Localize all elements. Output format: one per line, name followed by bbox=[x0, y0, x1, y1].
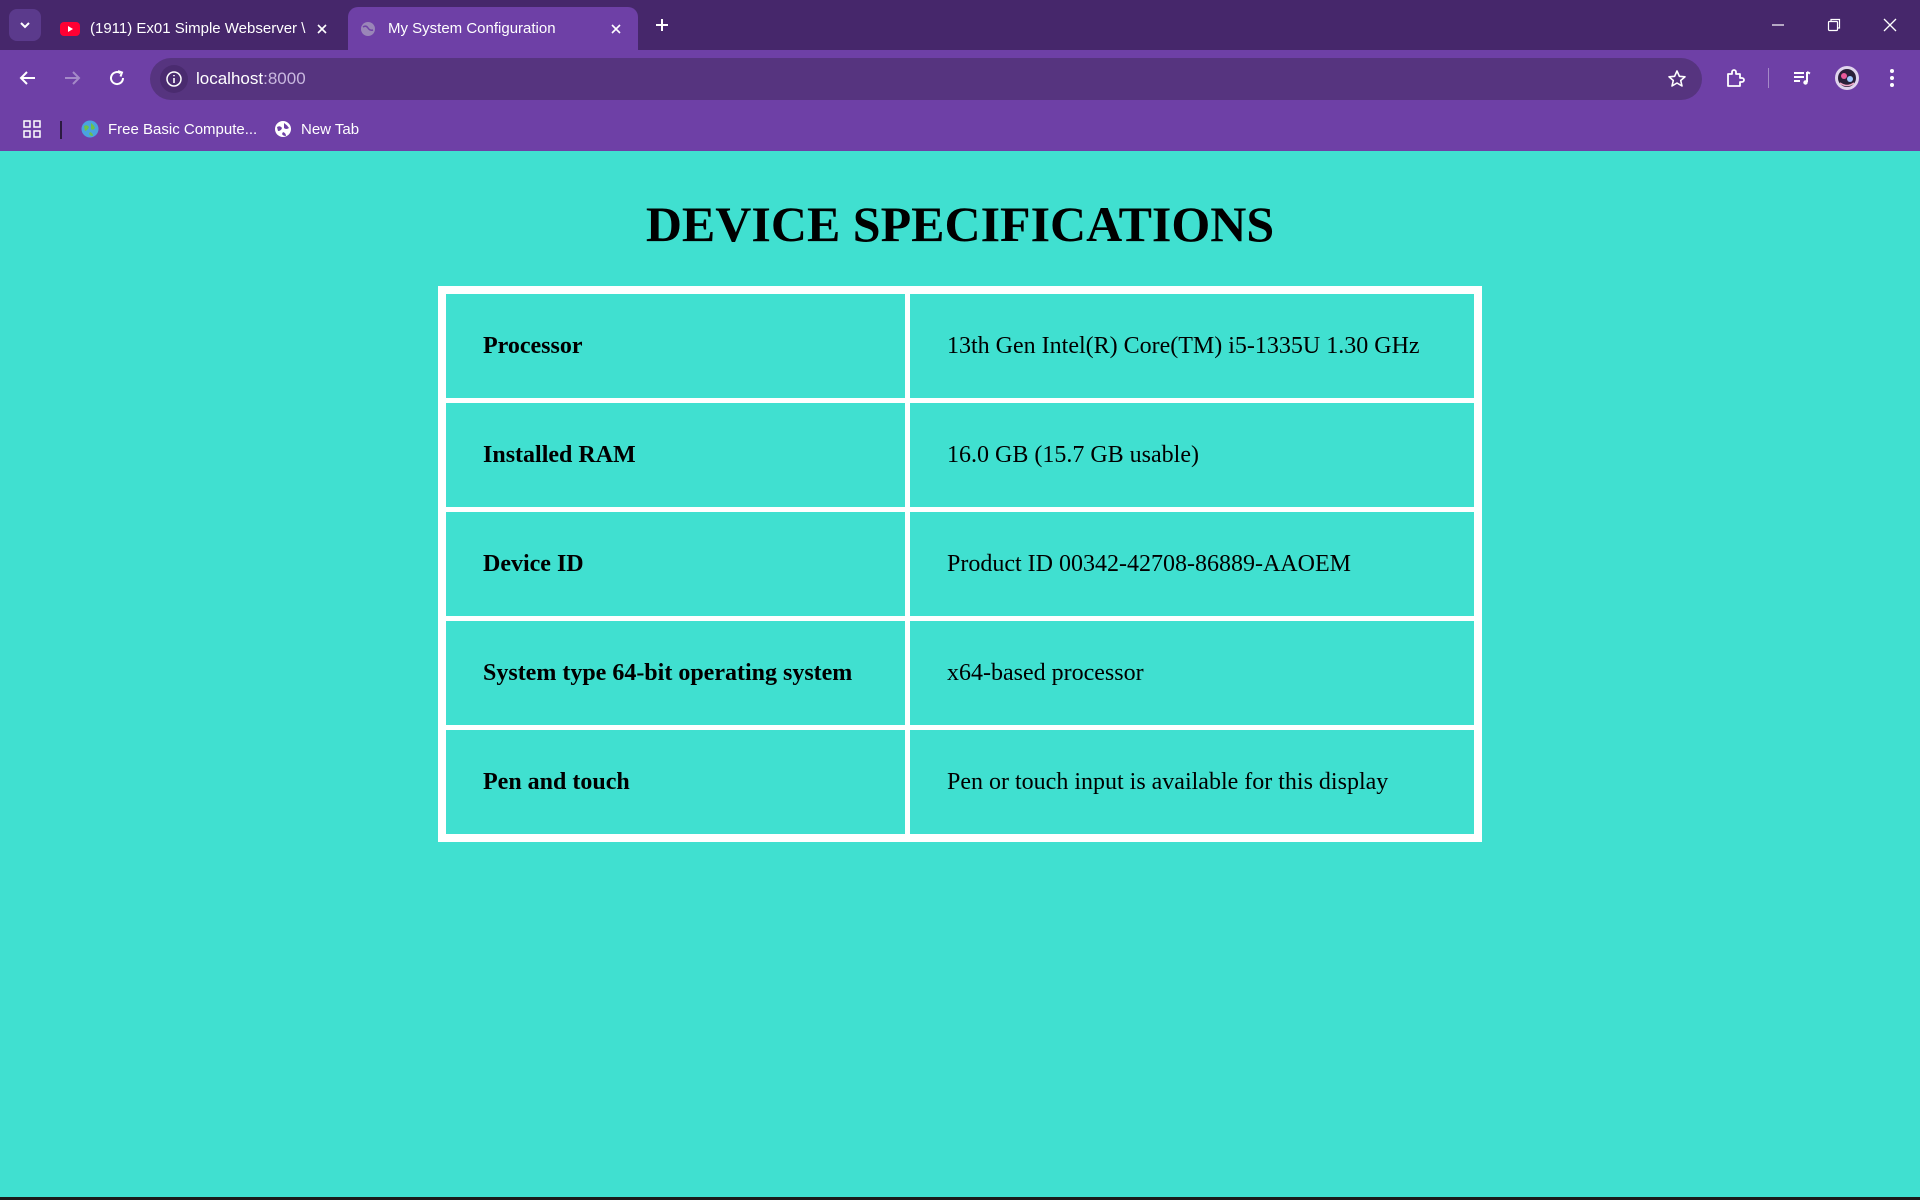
spec-value: Pen or touch input is available for this… bbox=[910, 730, 1474, 834]
tab-youtube[interactable]: (1911) Ex01 Simple Webserver \ bbox=[50, 7, 344, 50]
reload-button[interactable] bbox=[101, 62, 133, 94]
profile-avatar[interactable] bbox=[1831, 62, 1863, 94]
address-bar[interactable]: localhost:8000 bbox=[150, 58, 1702, 100]
table-row: System type 64-bit operating system x64-… bbox=[446, 621, 1474, 725]
spec-key: System type 64-bit operating system bbox=[446, 621, 905, 725]
bookmark-star-icon[interactable] bbox=[1664, 66, 1690, 92]
reload-icon bbox=[110, 70, 125, 86]
restore-icon bbox=[1827, 18, 1841, 32]
minimize-icon bbox=[1772, 24, 1784, 26]
globe-icon bbox=[273, 119, 293, 139]
close-icon[interactable] bbox=[308, 15, 336, 43]
tab-search-button[interactable] bbox=[9, 9, 41, 41]
url-host: localhost bbox=[196, 69, 264, 88]
spec-value: 16.0 GB (15.7 GB usable) bbox=[910, 403, 1474, 507]
close-window-button[interactable] bbox=[1862, 0, 1918, 50]
youtube-icon bbox=[60, 21, 80, 37]
kebab-menu-icon bbox=[1890, 69, 1894, 87]
arrow-right-icon bbox=[65, 71, 81, 85]
spec-key: Installed RAM bbox=[446, 403, 905, 507]
browser-toolbar: localhost:8000 bbox=[0, 50, 1920, 107]
page-content: DEVICE SPECIFICATIONS Processor 13th Gen… bbox=[0, 151, 1920, 1200]
bookmarks-divider bbox=[60, 121, 62, 139]
tab-title: My System Configuration bbox=[388, 20, 556, 37]
spec-key: Device ID bbox=[446, 512, 905, 616]
spec-value: Product ID 00342-42708-86889-AAOEM bbox=[910, 512, 1474, 616]
spec-key: Processor bbox=[446, 294, 905, 398]
spec-value: x64-based processor bbox=[910, 621, 1474, 725]
close-icon[interactable] bbox=[602, 15, 630, 43]
globe-icon bbox=[358, 21, 378, 37]
bookmark-new-tab[interactable]: New Tab bbox=[273, 115, 359, 143]
tab-title: (1911) Ex01 Simple Webserver \ bbox=[90, 20, 306, 37]
chevron-down-icon bbox=[20, 22, 30, 29]
arrow-left-icon bbox=[19, 71, 35, 85]
page-title: DEVICE SPECIFICATIONS bbox=[645, 196, 1275, 252]
url-port: :8000 bbox=[263, 69, 306, 88]
playlist-icon bbox=[1794, 71, 1811, 85]
avatar-icon bbox=[1835, 66, 1859, 90]
forward-button[interactable] bbox=[56, 62, 88, 94]
url-text[interactable]: localhost:8000 bbox=[196, 69, 306, 89]
site-info-icon[interactable] bbox=[160, 65, 188, 93]
tab-my-system-configuration[interactable]: My System Configuration bbox=[348, 7, 638, 50]
restore-button[interactable] bbox=[1806, 0, 1862, 50]
spec-key: Pen and touch bbox=[446, 730, 905, 834]
menu-button[interactable] bbox=[1876, 62, 1908, 94]
specifications-table: Processor 13th Gen Intel(R) Core(TM) i5-… bbox=[438, 286, 1482, 842]
earth-icon bbox=[80, 119, 100, 139]
minimize-button[interactable] bbox=[1750, 0, 1806, 50]
bookmark-free-basic-compute[interactable]: Free Basic Compute... bbox=[80, 115, 257, 143]
close-icon bbox=[1883, 18, 1897, 32]
toolbar-divider bbox=[1768, 68, 1769, 88]
media-controls-button[interactable] bbox=[1786, 62, 1818, 94]
bookmark-label: Free Basic Compute... bbox=[108, 120, 258, 138]
bookmark-label: New Tab bbox=[301, 120, 360, 138]
extensions-button[interactable] bbox=[1719, 62, 1751, 94]
tab-strip: (1911) Ex01 Simple Webserver \ My System… bbox=[0, 0, 1920, 50]
back-button[interactable] bbox=[12, 62, 44, 94]
table-row: Processor 13th Gen Intel(R) Core(TM) i5-… bbox=[446, 294, 1474, 398]
puzzle-icon bbox=[1727, 69, 1745, 87]
table-row: Device ID Product ID 00342-42708-86889-A… bbox=[446, 512, 1474, 616]
bookmarks-bar: Free Basic Compute... New Tab bbox=[0, 107, 1920, 151]
plus-icon bbox=[656, 19, 668, 31]
table-row: Pen and touch Pen or touch input is avai… bbox=[446, 730, 1474, 834]
table-row: Installed RAM 16.0 GB (15.7 GB usable) bbox=[446, 403, 1474, 507]
spec-value: 13th Gen Intel(R) Core(TM) i5-1335U 1.30… bbox=[910, 294, 1474, 398]
new-tab-button[interactable] bbox=[648, 10, 676, 40]
apps-grid-icon[interactable] bbox=[20, 117, 44, 141]
